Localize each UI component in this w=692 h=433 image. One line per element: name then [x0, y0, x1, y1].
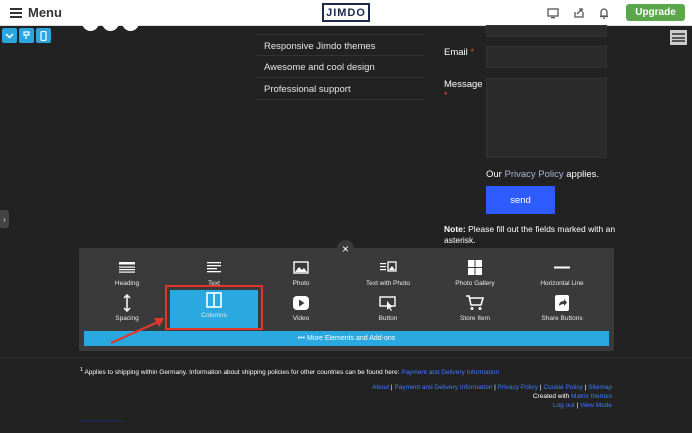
button-icon: [379, 296, 396, 311]
message-field[interactable]: [486, 78, 607, 158]
footer-link-about[interactable]: About: [372, 384, 389, 391]
form-note: Note: Please fill out the fields marked …: [444, 224, 616, 245]
video-icon: [293, 296, 309, 310]
send-button[interactable]: send: [486, 186, 555, 214]
highlight-box: [165, 285, 263, 330]
message-label: Message *: [444, 79, 483, 101]
element-label: Store Item: [460, 315, 490, 322]
mobile-view-icon[interactable]: [36, 28, 51, 43]
footer-link-privacy[interactable]: Privacy Policy: [498, 384, 538, 391]
email-field[interactable]: [486, 46, 607, 68]
share-icon[interactable]: [572, 6, 586, 20]
brush-icon[interactable]: [19, 28, 34, 43]
view-mode-link[interactable]: View Mode: [580, 402, 612, 409]
horizontal-line-icon: [554, 266, 570, 269]
element-share-buttons[interactable]: Share Buttons: [518, 293, 606, 327]
footer-divider: [0, 357, 692, 358]
element-label: Photo: [292, 280, 310, 287]
element-store-item[interactable]: Store Item: [431, 293, 519, 327]
text-icon: [207, 262, 221, 273]
menu-button[interactable]: Menu: [10, 5, 62, 20]
privacy-notice: Our Privacy Policy applies.: [486, 169, 599, 180]
shipping-footnote: 1 Applies to shipping within Germany. In…: [80, 367, 500, 377]
close-icon[interactable]: ×: [337, 240, 354, 257]
photo-icon: [293, 261, 309, 274]
element-label: Heading: [114, 280, 140, 287]
side-expand-tab[interactable]: ›: [0, 210, 9, 228]
element-button[interactable]: Button: [344, 293, 432, 327]
list-item: Responsive Jimdo themes: [256, 34, 424, 56]
created-with-label: Created with: [532, 393, 570, 400]
element-heading[interactable]: Heading: [83, 258, 171, 292]
name-field[interactable]: [486, 25, 607, 37]
element-label: Photo Gallery: [455, 280, 495, 287]
cart-icon: [466, 295, 485, 310]
privacy-policy-link[interactable]: Privacy Policy: [504, 169, 563, 180]
element-label: Share Buttons: [541, 315, 583, 322]
view-tools: [2, 28, 51, 43]
footer-link-cookie[interactable]: Cookie Policy: [543, 384, 582, 391]
share-buttons-icon: [555, 295, 569, 311]
feature-list: Responsive Jimdo themes Awesome and cool…: [256, 34, 424, 100]
footer-link-sitemap[interactable]: Sitemap: [588, 384, 612, 391]
menu-label: Menu: [28, 5, 62, 20]
text-with-photo-icon: [380, 261, 397, 272]
list-item: Professional support: [256, 78, 424, 100]
theme-link[interactable]: Matrix themes: [571, 393, 612, 400]
list-item: Awesome and cool design: [256, 56, 424, 78]
hamburger-icon: [10, 7, 22, 18]
jimdo-logo[interactable]: JIMDO: [322, 3, 370, 22]
upgrade-button[interactable]: Upgrade: [626, 4, 685, 21]
element-label: Text with Photo: [365, 280, 411, 287]
element-label: Video: [292, 315, 310, 322]
annotation-arrow-icon: [110, 318, 164, 345]
page-menu-icon[interactable]: [670, 30, 687, 45]
element-photo[interactable]: Photo: [257, 258, 345, 292]
email-label: Email *: [444, 47, 475, 58]
footer-links: About | Payment and Delivery Information…: [372, 384, 612, 409]
logout-link[interactable]: Log out: [553, 402, 575, 409]
element-label: Horizontal Line: [540, 280, 584, 287]
element-photo-gallery[interactable]: Photo Gallery: [431, 258, 519, 292]
heading-icon: [119, 262, 135, 273]
element-horizontal-line[interactable]: Horizontal Line: [518, 258, 606, 292]
footnote-link[interactable]: Payment and Delivery Information: [401, 369, 499, 376]
chevron-down-icon[interactable]: [2, 28, 17, 43]
spacing-icon: [123, 294, 131, 312]
element-video[interactable]: Video: [257, 293, 345, 327]
element-text-with-photo[interactable]: Text with Photo: [344, 258, 432, 292]
bottom-element: [80, 420, 122, 433]
element-label: Button: [378, 315, 398, 322]
footer-link-payment[interactable]: Payment and Delivery Information: [394, 384, 492, 391]
bell-icon[interactable]: [597, 6, 611, 20]
desktop-preview-icon[interactable]: [546, 6, 560, 20]
social-icons: [82, 14, 139, 31]
gallery-icon: [468, 260, 482, 275]
